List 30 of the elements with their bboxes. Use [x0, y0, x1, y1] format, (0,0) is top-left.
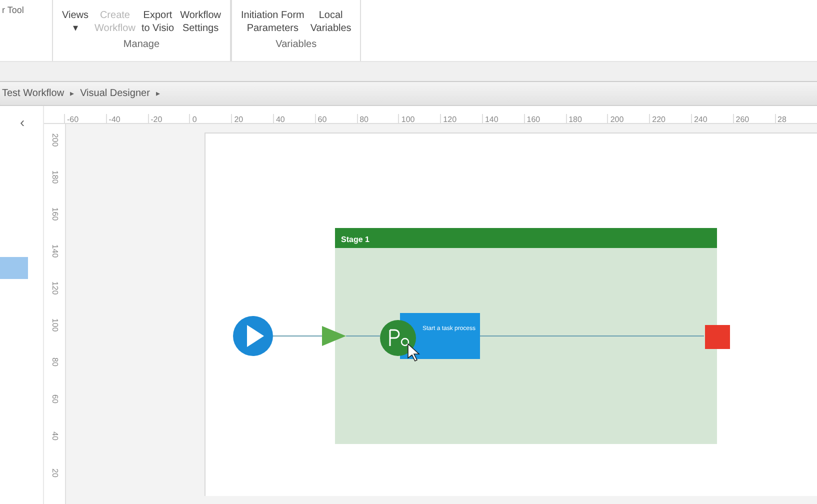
- sidebar-item[interactable]: [0, 257, 28, 279]
- ruler-label: 160: [50, 207, 60, 221]
- task-icon: [380, 320, 416, 356]
- breadcrumb-link[interactable]: Visual Designer: [80, 86, 150, 101]
- ruler-label: 40: [50, 432, 60, 440]
- ruler-label: 80: [50, 358, 60, 366]
- collapse-button[interactable]: ‹: [20, 112, 25, 133]
- ribbon-button[interactable]: Export to Visio: [138, 10, 178, 35]
- ruler-label: 120: [50, 281, 60, 295]
- ruler-label: 20: [50, 468, 60, 478]
- stage-entry-triangle: [322, 326, 346, 346]
- start-icon: [233, 316, 273, 356]
- group-label: Variables: [276, 38, 317, 52]
- stage-title: Stage 1: [341, 235, 370, 244]
- breadcrumb-separator: ▸: [156, 88, 160, 100]
- breadcrumb-link[interactable]: Test Workflow: [2, 86, 64, 101]
- ruler-label: 200: [50, 133, 60, 147]
- ribbon-tab-label: r Tool: [1, 4, 25, 17]
- ribbon-button[interactable]: Workflow Settings: [177, 10, 224, 35]
- ruler-label: 180: [50, 170, 60, 184]
- ribbon-button[interactable]: Local Variables: [307, 10, 354, 35]
- end-icon: [705, 325, 730, 349]
- breadcrumb-separator: ▸: [70, 88, 74, 100]
- ribbon-button[interactable]: Initiation Form Parameters: [238, 10, 308, 35]
- ribbon-button[interactable]: Views ▾: [59, 10, 92, 35]
- ruler-label: 60: [50, 394, 60, 404]
- group-label: Manage: [123, 38, 160, 52]
- ruler-label: 100: [50, 318, 60, 332]
- cursor-icon: [408, 343, 420, 362]
- ruler-label: 140: [50, 244, 60, 258]
